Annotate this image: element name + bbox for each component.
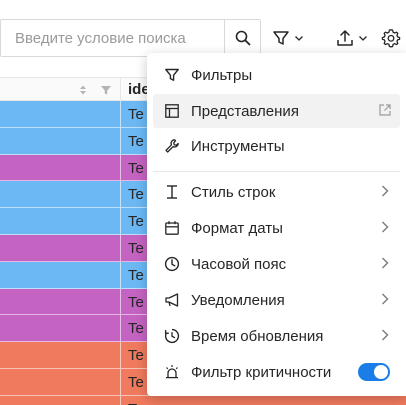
menu-item-timezone[interactable]: Часовой пояс xyxy=(153,247,400,281)
table-cell-text: Te xyxy=(128,240,144,257)
export-dropdown-button[interactable] xyxy=(336,24,368,52)
table-cell[interactable] xyxy=(0,208,121,234)
table-cell[interactable] xyxy=(0,315,121,342)
table-cell[interactable] xyxy=(0,261,121,288)
menu-item-label: Время обновления xyxy=(191,327,324,345)
chevron-right-icon xyxy=(378,328,392,347)
filter-icon xyxy=(163,66,181,84)
table-view-icon xyxy=(163,102,181,120)
table-cell[interactable] xyxy=(0,369,121,395)
table-cell[interactable] xyxy=(0,154,121,181)
filter-icon xyxy=(273,31,289,45)
menu-item-label: Стиль строк xyxy=(191,183,276,201)
toggle-knob xyxy=(374,365,388,379)
search-button[interactable] xyxy=(224,20,260,56)
row-height-icon xyxy=(163,183,181,201)
table-cell[interactable] xyxy=(0,101,121,127)
sort-icon[interactable] xyxy=(78,84,88,96)
chevron-right-icon xyxy=(378,184,392,203)
table-cell-text: Te xyxy=(128,106,144,123)
table-row[interactable]: Te xyxy=(0,395,406,405)
chevron-right-icon xyxy=(378,256,392,275)
menu-item-refresh-time[interactable]: Время обновления xyxy=(153,319,400,353)
alarm-icon xyxy=(163,363,181,381)
table-cell[interactable] xyxy=(0,288,121,315)
table-cell-text: Te xyxy=(128,266,144,284)
menu-item-label: Фильтры xyxy=(191,66,253,84)
calendar-icon xyxy=(163,219,181,237)
menu-item-severity-filter[interactable]: Фильтр критичности xyxy=(153,355,400,389)
menu-item-label: Формат даты xyxy=(191,219,283,237)
refresh-clock-icon xyxy=(163,327,181,345)
chevron-right-icon xyxy=(378,220,392,239)
search-input[interactable] xyxy=(1,20,224,56)
external-link-icon[interactable] xyxy=(378,103,392,122)
table-cell-text: Te xyxy=(128,132,144,150)
table-cell-text: Te xyxy=(128,293,144,311)
menu-item-label: Уведомления xyxy=(191,291,285,309)
menu-item-label: Фильтр критичности xyxy=(191,363,332,381)
filter-dropdown-button[interactable] xyxy=(272,24,304,52)
table-cell-text: Te xyxy=(128,159,144,177)
table-cell-text: Te xyxy=(128,320,144,338)
settings-menu: Фильтры Представления Инструменты Стиль … xyxy=(147,53,406,396)
menu-divider xyxy=(153,171,400,172)
settings-button[interactable] xyxy=(381,24,401,52)
search-box xyxy=(0,19,261,57)
clock-icon xyxy=(163,255,181,273)
table-cell-text: Te xyxy=(128,347,144,365)
search-icon xyxy=(235,30,250,46)
table-cell[interactable] xyxy=(0,342,121,368)
menu-item-label: Представления xyxy=(191,102,299,120)
table-cell-text: Te xyxy=(128,186,144,204)
table-cell[interactable] xyxy=(0,235,121,261)
gear-icon xyxy=(381,29,401,48)
table-cell-text: Te xyxy=(128,213,144,231)
menu-item-row-style[interactable]: Стиль строк xyxy=(153,175,400,209)
table-cell[interactable] xyxy=(0,127,121,154)
table-header-cell[interactable] xyxy=(0,78,121,102)
menu-item-tools[interactable]: Инструменты xyxy=(153,129,400,163)
chevron-down-icon xyxy=(359,36,367,41)
menu-item-label: Часовой пояс xyxy=(191,255,287,273)
chevron-down-icon xyxy=(295,36,303,41)
severity-filter-toggle[interactable] xyxy=(358,363,390,381)
export-icon xyxy=(337,30,353,46)
menu-item-notifications[interactable]: Уведомления xyxy=(153,283,400,317)
menu-item-filters[interactable]: Фильтры xyxy=(153,58,400,92)
megaphone-icon xyxy=(163,291,181,309)
table-cell-text: Te xyxy=(128,374,144,391)
chevron-right-icon xyxy=(378,292,392,311)
table-cell-text: Te xyxy=(128,401,144,405)
menu-item-views[interactable]: Представления xyxy=(153,94,400,128)
wrench-icon xyxy=(163,137,181,155)
column-filter-icon[interactable] xyxy=(100,84,112,96)
menu-item-date-format[interactable]: Формат даты xyxy=(153,211,400,245)
table-cell[interactable] xyxy=(0,181,121,208)
menu-item-label: Инструменты xyxy=(191,137,285,155)
table-cell[interactable] xyxy=(0,395,121,405)
